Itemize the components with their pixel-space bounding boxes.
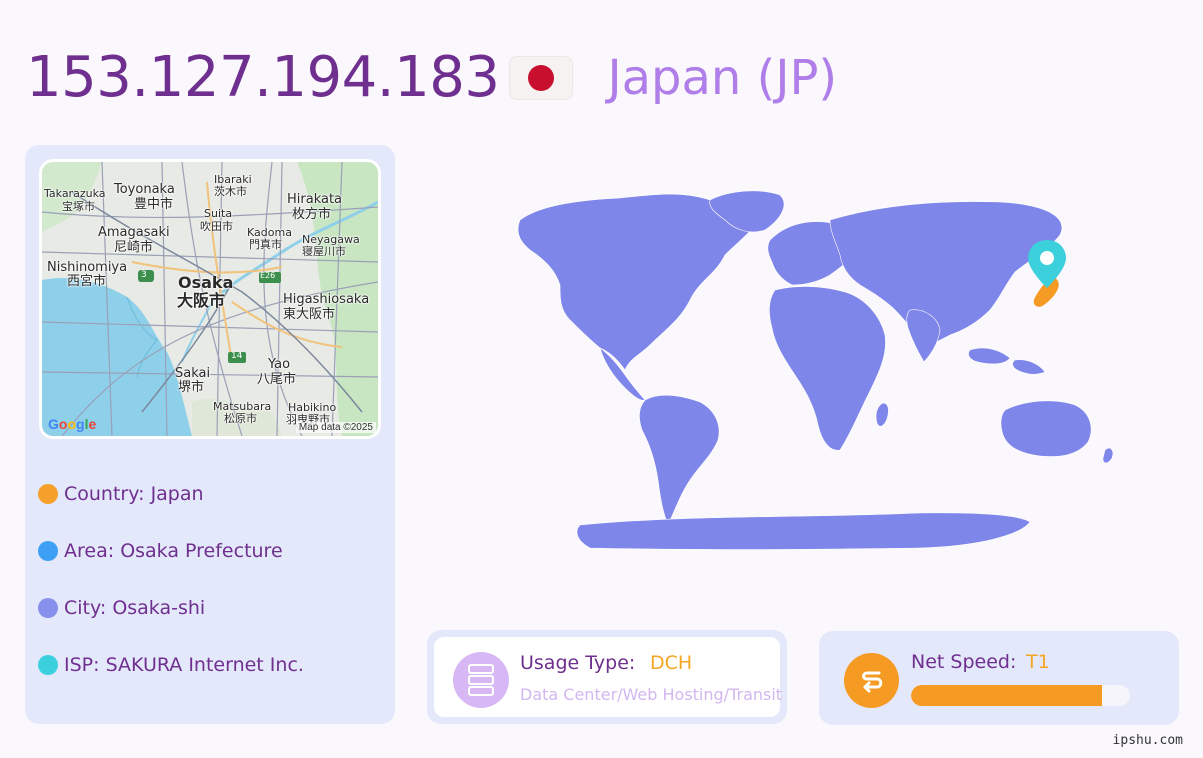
- map-credit: Map data ©2025: [295, 422, 376, 433]
- location-panel: 3 E26 14 Takarazuka 宝塚市 Toyonaka 豊中市 Iba…: [25, 145, 395, 724]
- country-name: Japan (JP): [607, 50, 838, 106]
- location-pin-icon: [1028, 240, 1066, 288]
- map-label: 門真市: [249, 238, 282, 251]
- google-logo: Google: [48, 416, 97, 432]
- map-label: 枚方市: [292, 207, 332, 222]
- map-label: Takarazuka: [44, 187, 106, 200]
- usage-type-card: Usage Type: DCH Data Center/Web Hosting/…: [427, 630, 787, 724]
- map-label: Matsubara: [213, 400, 272, 413]
- page-header: 153.127.194.183 Japan (JP): [26, 38, 837, 118]
- isp-dot-icon: [38, 654, 58, 675]
- info-value: Japan: [150, 482, 204, 505]
- info-city: City Osaka-shi: [38, 579, 304, 636]
- info-value: SAKURA Internet Inc.: [105, 653, 304, 676]
- net-speed-value: T1: [1026, 651, 1050, 673]
- usage-type-description: Data Center/Web Hosting/Transit: [520, 685, 783, 704]
- area-dot-icon: [38, 540, 58, 561]
- map-label: 寝屋川市: [302, 245, 346, 258]
- map-label: 茨木市: [214, 185, 247, 198]
- info-value: Osaka-shi: [112, 596, 206, 619]
- net-speed-card: Net Speed: T1: [819, 631, 1179, 725]
- map-label-osaka: Osaka: [178, 273, 234, 292]
- site-footer[interactable]: ipshu.com: [1113, 733, 1183, 748]
- map-label: 吹田市: [200, 220, 233, 233]
- country-dot-icon: [38, 483, 58, 504]
- net-speed-bar: [911, 685, 1130, 706]
- info-area: Area Osaka Prefecture: [38, 522, 304, 579]
- info-country: Country Japan: [38, 465, 304, 522]
- japan-flag-icon: [509, 56, 574, 100]
- map-label: Neyagawa: [302, 233, 360, 246]
- map-label: Toyonaka: [114, 182, 175, 197]
- info-key: City: [64, 597, 112, 619]
- ip-address: 153.127.194.183: [26, 45, 500, 110]
- map-label: Habikino: [288, 401, 337, 414]
- map-label: 松原市: [224, 412, 257, 425]
- map-label: Hirakata: [287, 192, 343, 207]
- map-label: Amagasaki: [98, 225, 170, 240]
- city-dot-icon: [38, 597, 58, 618]
- road-badge: 3: [141, 270, 147, 280]
- city-map[interactable]: 3 E26 14 Takarazuka 宝塚市 Toyonaka 豊中市 Iba…: [39, 159, 381, 439]
- map-label: Suita: [204, 207, 233, 220]
- map-label: 堺市: [178, 380, 205, 395]
- road-badge: 14: [231, 351, 243, 361]
- info-key: Area: [64, 540, 120, 562]
- map-label: 尼崎市: [114, 240, 154, 255]
- usage-type-label: Usage Type:: [520, 652, 636, 674]
- map-label: 西宮市: [67, 274, 107, 289]
- map-label: 豊中市: [134, 197, 174, 212]
- location-info-list: Country Japan Area Osaka Prefecture City…: [38, 465, 304, 693]
- net-speed-fill: [911, 685, 1102, 706]
- map-label: Nishinomiya: [47, 260, 128, 275]
- map-label: 宝塚市: [62, 200, 95, 213]
- info-value: Osaka Prefecture: [120, 539, 283, 562]
- map-label: Sakai: [175, 366, 211, 381]
- map-label: Higashiosaka: [283, 292, 370, 307]
- map-label: Yao: [268, 357, 291, 372]
- net-speed-label: Net Speed:: [911, 651, 1017, 673]
- road-badge: E26: [260, 271, 276, 280]
- world-map: [517, 190, 1114, 550]
- info-key: ISP: [64, 654, 106, 676]
- info-key: Country: [64, 483, 151, 505]
- map-label-osaka-jp: 大阪市: [177, 291, 226, 310]
- server-icon: [453, 652, 509, 708]
- map-label: Kadoma: [247, 226, 292, 239]
- usage-type-value: DCH: [650, 652, 693, 674]
- map-label: 東大阪市: [283, 307, 336, 322]
- map-label: Ibaraki: [214, 173, 252, 186]
- speed-icon: [844, 653, 899, 708]
- info-isp: ISP SAKURA Internet Inc.: [38, 636, 304, 693]
- map-label: 八尾市: [257, 372, 297, 387]
